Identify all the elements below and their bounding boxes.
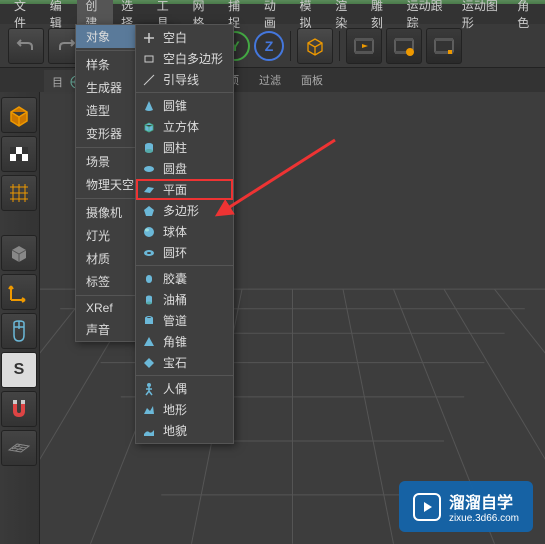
render-button-1[interactable] [346,28,382,64]
plane-icon [142,183,156,197]
cone-icon [142,99,156,113]
workplane-tool-icon[interactable] [1,430,37,466]
submenu-label: 宝石 [163,354,187,371]
submenu-item-disc[interactable]: 圆盘 [136,158,233,179]
submenu-item-guide[interactable]: 引导线 [136,69,233,90]
menu-item[interactable]: 角色 [509,0,545,33]
left-toolbar: S [0,92,40,544]
viewport-menu-item[interactable]: 面板 [301,72,323,88]
axis-tool-icon[interactable] [1,274,37,310]
submenu-item-cube[interactable]: 立方体 [136,116,233,137]
pyramid-icon [142,335,156,349]
category-label: 目 [52,74,63,90]
render-button-2[interactable] [386,28,422,64]
submenu-item-tube[interactable]: 管道 [136,310,233,331]
menu-separator [136,265,233,266]
submenu-label: 多边形 [163,202,199,219]
submenu-item-capsule[interactable]: 胶囊 [136,268,233,289]
figure-icon [142,382,156,396]
magnet-tool-icon[interactable] [1,391,37,427]
submenu-label: 圆环 [163,244,187,261]
s-tool-icon[interactable]: S [1,352,37,388]
submenu-label: 地形 [163,401,187,418]
submenu-item-figure[interactable]: 人偶 [136,378,233,399]
cube-preset[interactable] [297,28,333,64]
submenu-item-relief[interactable]: 地貌 [136,420,233,441]
mouse-tool-icon[interactable] [1,313,37,349]
submenu-item-torus[interactable]: 圆环 [136,242,233,263]
submenu-item-cylinder[interactable]: 圆柱 [136,137,233,158]
submenu-label: 空白多边形 [163,50,223,67]
oiltank-icon [142,293,156,307]
viewport-menu-item[interactable]: 过滤 [259,72,281,88]
submenu-item-oiltank[interactable]: 油桶 [136,289,233,310]
submenu-label: 角锥 [163,333,187,350]
menu-item[interactable]: 运动图形 [454,0,509,33]
cube-tool-icon[interactable] [1,97,37,133]
guide-icon [142,73,156,87]
submenu-item-null-obj[interactable]: 空白 [136,27,233,48]
menu-item[interactable]: 动画 [256,0,292,33]
submenu-item-platonic[interactable]: 宝石 [136,352,233,373]
torus-icon [142,246,156,260]
submenu-label: 管道 [163,312,187,329]
submenu-label: 地貌 [163,422,187,439]
watermark-url: zixue.3d66.com [449,513,519,524]
menu-separator [136,92,233,93]
submenu-item-poly-empty[interactable]: 空白多边形 [136,48,233,69]
solid-cube-icon[interactable] [1,235,37,271]
platonic-icon [142,356,156,370]
submenu-item-plane[interactable]: 平面 [136,179,233,200]
object-submenu: 空白空白多边形引导线圆锥立方体圆柱圆盘平面多边形球体圆环胶囊油桶管道角锥宝石人偶… [135,24,234,444]
null-obj-icon [142,31,156,45]
grid-tool-icon[interactable] [1,175,37,211]
submenu-label: 立方体 [163,118,199,135]
submenu-item-sphere[interactable]: 球体 [136,221,233,242]
tube-icon [142,314,156,328]
menu-separator [136,375,233,376]
submenu-label: 球体 [163,223,187,240]
watermark: 溜溜自学 zixue.3d66.com [399,481,533,532]
watermark-title: 溜溜自学 [449,489,519,513]
submenu-label: 平面 [163,181,187,198]
submenu-label: 圆锥 [163,97,187,114]
submenu-label: 圆柱 [163,139,187,156]
checker-tool-icon[interactable] [1,136,37,172]
submenu-label: 圆盘 [163,160,187,177]
landscape-icon [142,403,156,417]
cylinder-icon [142,141,156,155]
render-button-3[interactable] [426,28,462,64]
submenu-item-cone[interactable]: 圆锥 [136,95,233,116]
submenu-label: 人偶 [163,380,187,397]
axis-z-toggle[interactable]: Z [254,31,284,61]
submenu-label: 引导线 [163,71,199,88]
poly-empty-icon [142,52,156,66]
play-icon [413,493,441,521]
submenu-item-landscape[interactable]: 地形 [136,399,233,420]
submenu-label: 空白 [163,29,187,46]
submenu-label: 油桶 [163,291,187,308]
menubar: 文件编辑创建选择工具网格捕捉动画模拟渲染雕刻运动跟踪运动图形角色 [0,4,545,24]
submenu-item-polygon[interactable]: 多边形 [136,200,233,221]
undo-button[interactable] [8,28,44,64]
polygon-icon [142,204,156,218]
submenu-label: 胶囊 [163,270,187,287]
relief-icon [142,424,156,438]
disc-icon [142,162,156,176]
capsule-icon [142,272,156,286]
sphere-icon [142,225,156,239]
submenu-item-pyramid[interactable]: 角锥 [136,331,233,352]
cube-icon [142,120,156,134]
